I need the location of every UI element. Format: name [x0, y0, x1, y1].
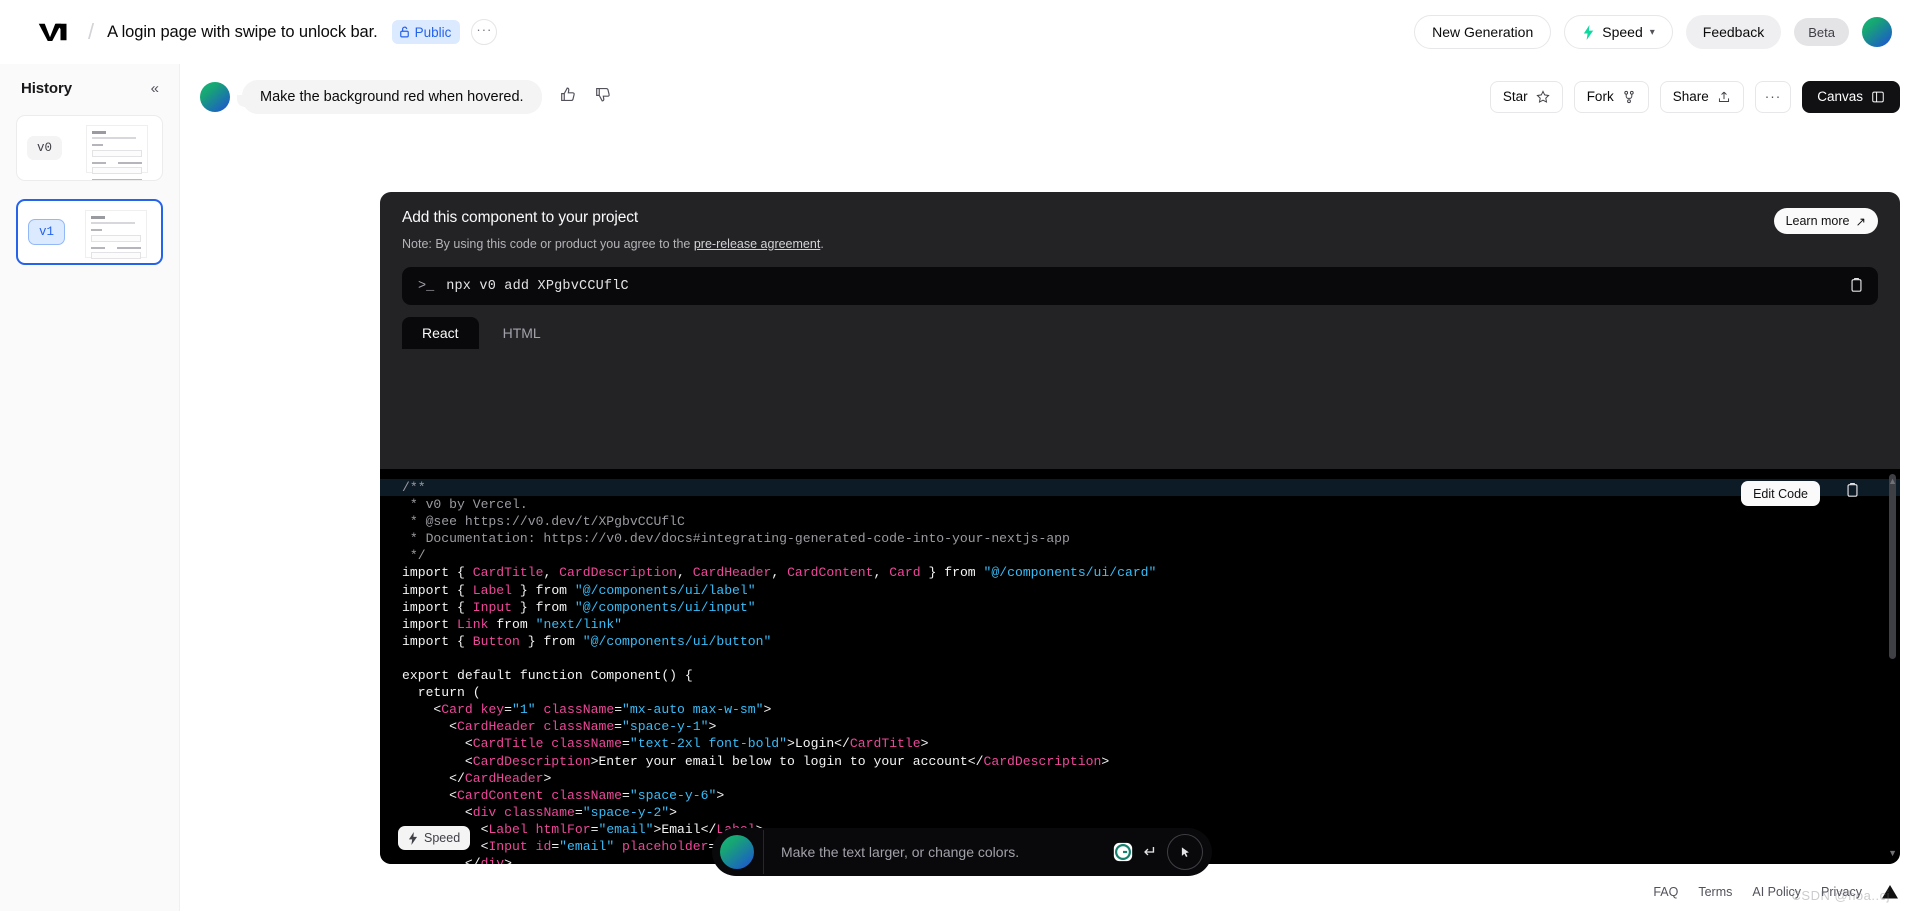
lightning-icon: [1582, 25, 1595, 40]
thumbs-down-icon[interactable]: [595, 86, 612, 107]
feedback-label: Feedback: [1703, 24, 1764, 40]
install-command-text: npx v0 add XPgbvCCUflC: [446, 279, 629, 294]
version-label: v0: [27, 136, 62, 160]
canvas-label: Canvas: [1817, 89, 1863, 104]
version-preview-thumbnail: [86, 125, 148, 173]
breadcrumb-separator: /: [88, 19, 94, 45]
tab-react[interactable]: React: [402, 317, 479, 349]
version-label: v1: [28, 219, 65, 245]
panel-header: Add this component to your project Note:…: [380, 192, 1900, 251]
footer-link-ai-policy[interactable]: AI Policy: [1752, 885, 1801, 899]
history-item-v1[interactable]: v1: [16, 199, 163, 265]
chat-message-row: Make the background red when hovered. St…: [180, 64, 1920, 126]
sidebar-header: History «: [16, 78, 163, 97]
collapse-sidebar-button[interactable]: «: [151, 81, 159, 96]
v0-logo-icon[interactable]: [34, 13, 72, 51]
speed-chip[interactable]: Speed: [398, 826, 470, 850]
page-title: A login page with swipe to unlock bar.: [107, 23, 377, 42]
generation-actions: Star Fork Share ··· Canvas: [1490, 81, 1900, 113]
footer-link-faq[interactable]: FAQ: [1653, 885, 1678, 899]
lightning-icon: [408, 832, 418, 845]
speed-label: Speed: [1602, 24, 1642, 40]
select-cursor-button[interactable]: [1167, 834, 1203, 870]
star-icon: [1536, 90, 1550, 104]
status-badge-label: Public: [415, 25, 452, 40]
feedback-button[interactable]: Feedback: [1686, 15, 1781, 49]
history-sidebar: History « v0 v1: [0, 64, 180, 911]
footer-links: FAQ Terms AI Policy Privacy: [1653, 885, 1898, 899]
chevron-down-icon: ▾: [1650, 27, 1655, 38]
edit-code-button[interactable]: Edit Code: [1741, 481, 1820, 506]
share-label: Share: [1673, 89, 1709, 104]
fork-icon: [1622, 90, 1636, 104]
canvas-icon: [1871, 90, 1885, 104]
thumbs-up-icon[interactable]: [560, 86, 577, 107]
panel-title: Add this component to your project: [402, 209, 1878, 227]
code-viewer[interactable]: Edit Code /** * v0 by Vercel. * @see htt…: [380, 469, 1900, 864]
project-more-button[interactable]: ···: [471, 19, 497, 45]
copy-code-icon[interactable]: [1845, 482, 1860, 503]
star-label: Star: [1503, 89, 1528, 104]
panel-note-prefix: Note: By using this code or product you …: [402, 237, 694, 251]
beta-badge: Beta: [1794, 18, 1849, 46]
enter-return-icon[interactable]: ↵: [1144, 842, 1157, 862]
speed-selector[interactable]: Speed ▾: [1564, 15, 1673, 49]
pre-release-agreement-link[interactable]: pre-release agreement: [694, 237, 820, 251]
scroll-down-icon[interactable]: ▼: [1888, 848, 1897, 858]
more-actions-button[interactable]: ···: [1755, 81, 1792, 113]
learn-more-label: Learn more: [1786, 214, 1850, 228]
prompt-avatar: [720, 835, 754, 869]
learn-more-button[interactable]: Learn more ↗: [1774, 208, 1878, 234]
canvas-button[interactable]: Canvas: [1802, 81, 1900, 113]
unlock-icon: [399, 26, 410, 38]
prompt-input[interactable]: [764, 844, 1112, 860]
external-link-icon: ↗: [1856, 214, 1866, 229]
new-generation-label: New Generation: [1432, 24, 1533, 40]
history-item-v0[interactable]: v0: [16, 115, 163, 181]
scroll-up-icon[interactable]: ▲: [1888, 476, 1897, 486]
fork-button[interactable]: Fork: [1574, 81, 1649, 113]
star-button[interactable]: Star: [1490, 81, 1563, 113]
status-badge[interactable]: Public: [392, 20, 461, 44]
app-header: / A login page with swipe to unlock bar.…: [0, 0, 1920, 64]
install-command-box[interactable]: >_ npx v0 add XPgbvCCUflC: [402, 267, 1878, 305]
header-actions: New Generation Speed ▾ Feedback Beta: [1414, 15, 1900, 49]
select-cursor-icon: [1178, 845, 1192, 859]
share-button[interactable]: Share: [1660, 81, 1744, 113]
prompt-bar: ↵: [712, 828, 1212, 876]
avatar[interactable]: [1862, 17, 1892, 47]
vercel-triangle-icon: [1882, 885, 1898, 899]
sidebar-title: History: [21, 80, 72, 97]
footer-link-privacy[interactable]: Privacy: [1821, 885, 1862, 899]
new-generation-button[interactable]: New Generation: [1414, 15, 1551, 49]
assistant-avatar: [200, 82, 230, 112]
share-icon: [1717, 90, 1731, 104]
speed-chip-label: Speed: [424, 831, 460, 845]
footer-link-terms[interactable]: Terms: [1698, 885, 1732, 899]
copy-command-icon[interactable]: [1849, 277, 1864, 298]
main-content: Make the background red when hovered. St…: [180, 64, 1920, 911]
grammarly-icon[interactable]: [1112, 841, 1134, 863]
tab-html[interactable]: HTML: [483, 317, 561, 349]
version-preview-thumbnail: [85, 210, 147, 258]
fork-label: Fork: [1587, 89, 1614, 104]
code-format-tabs: React HTML: [402, 317, 1900, 349]
terminal-prompt-icon: >_: [418, 279, 434, 294]
code-scrollbar[interactable]: [1889, 474, 1896, 864]
panel-note-suffix: .: [820, 237, 823, 251]
chat-message-bubble: Make the background red when hovered.: [242, 80, 542, 114]
component-export-panel: Add this component to your project Note:…: [380, 192, 1900, 864]
code-block: /** * v0 by Vercel. * @see https://v0.de…: [380, 469, 1900, 864]
code-scrollbar-thumb[interactable]: [1889, 474, 1896, 659]
panel-note: Note: By using this code or product you …: [402, 237, 1878, 251]
